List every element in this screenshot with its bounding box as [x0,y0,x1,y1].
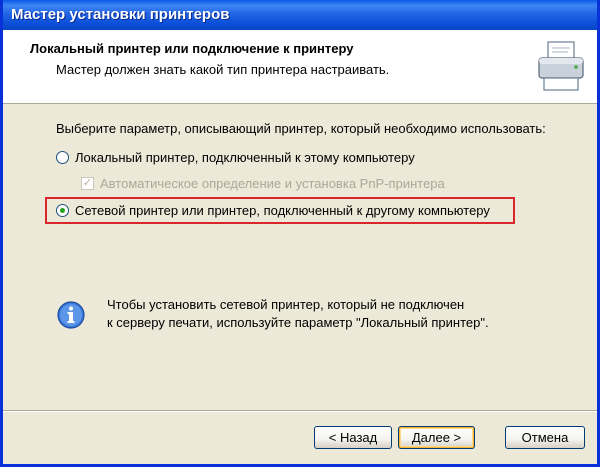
header-title: Локальный принтер или подключение к прин… [30,41,354,56]
info-line-2: к серверу печати, используйте параметр "… [107,315,489,330]
radio-network-printer[interactable] [56,204,69,217]
wizard-content: Выберите параметр, описывающий принтер, … [3,104,597,410]
pnp-checkbox: ✓ [81,177,94,190]
printer-icon [538,41,584,91]
header-subtitle: Мастер должен знать какой тип принтера н… [56,62,390,77]
wizard-header: Локальный принтер или подключение к прин… [3,30,597,104]
radio-local-printer[interactable] [56,151,69,164]
info-text: Чтобы установить сетевой принтер, которы… [107,296,489,332]
prompt-label: Выберите параметр, описывающий принтер, … [56,121,546,136]
info-line-1: Чтобы установить сетевой принтер, которы… [107,297,465,312]
next-button[interactable]: Далее > [398,426,475,449]
option-local-printer[interactable]: Локальный принтер, подключенный к этому … [56,150,415,165]
back-button[interactable]: < Назад [314,426,392,449]
window-title: Мастер установки принтеров [3,0,597,30]
option-network-printer[interactable]: Сетевой принтер или принтер, подключенны… [56,203,490,218]
cancel-button[interactable]: Отмена [505,426,585,449]
option-network-printer-label[interactable]: Сетевой принтер или принтер, подключенны… [75,203,490,218]
info-icon [57,301,85,329]
wizard-window: Мастер установки принтеров Локальный при… [0,0,600,467]
pnp-checkbox-row: ✓ Автоматическое определение и установка… [81,176,445,191]
option-local-printer-label[interactable]: Локальный принтер, подключенный к этому … [75,150,415,165]
pnp-checkbox-label: Автоматическое определение и установка P… [100,176,445,191]
footer-divider-light [3,411,597,412]
